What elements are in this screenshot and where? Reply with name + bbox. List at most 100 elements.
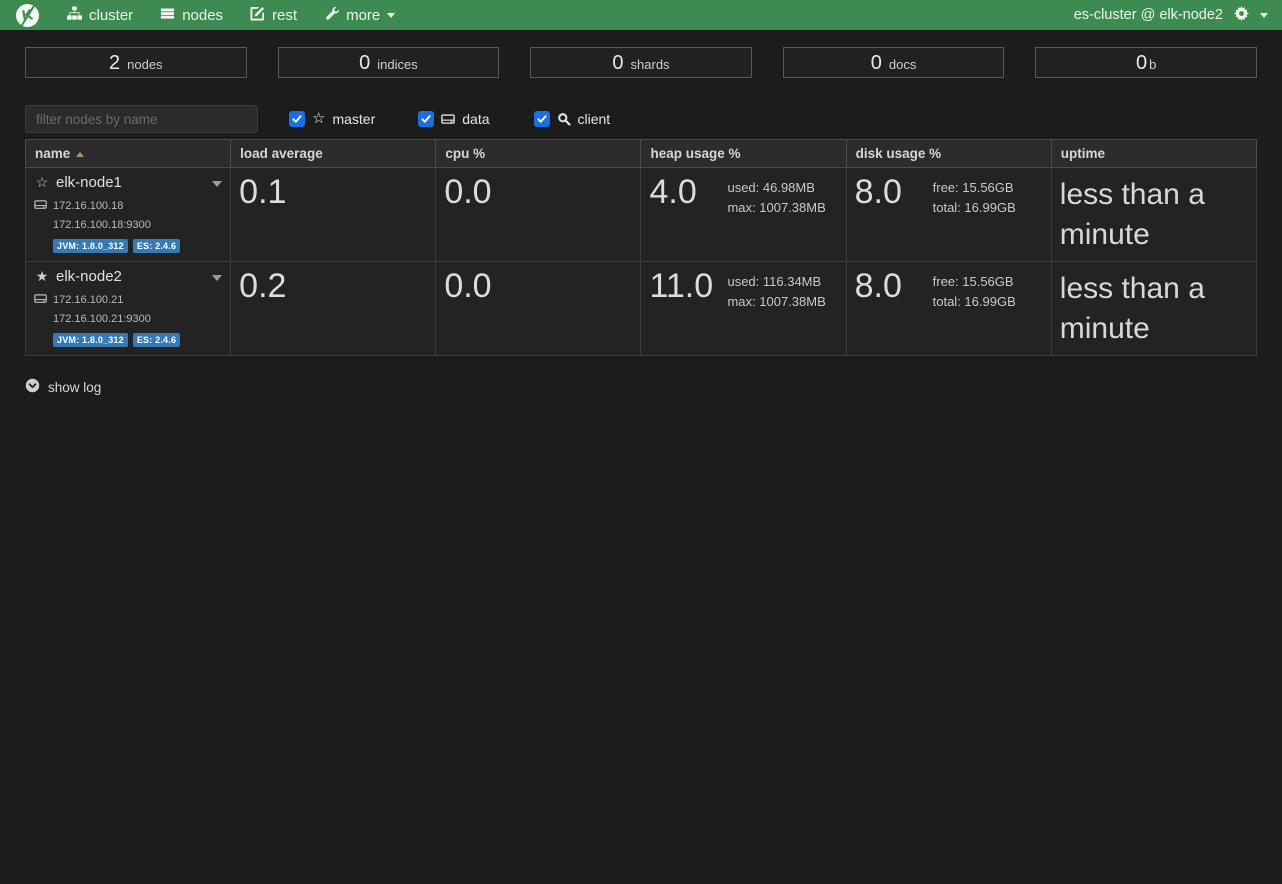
nav-item-label: cluster [89, 7, 133, 24]
star-outline-icon: ☆ [312, 111, 325, 127]
checkbox-checked-icon[interactable] [289, 111, 305, 127]
cluster-summary: 2 nodes 0 indices 0 shards 0 docs 0 b [25, 47, 1257, 78]
star-outline-icon: ☆ [34, 174, 50, 191]
column-header-disk-usage[interactable]: disk usage % [846, 140, 1051, 168]
cpu-value: 0.0 [444, 268, 491, 305]
table-header-row: name load average cpu % heap usage % dis… [26, 140, 1257, 168]
nav-item-rest[interactable]: rest [250, 6, 297, 25]
heap-percent-value: 4.0 [649, 174, 727, 218]
column-header-label: heap usage % [650, 146, 740, 161]
column-header-uptime[interactable]: uptime [1051, 140, 1256, 168]
stat-docs: 0 docs [783, 47, 1005, 78]
stat-value: 0 [1136, 51, 1147, 75]
disk-total: total: 16.99GB [933, 292, 1016, 312]
stat-label: nodes [127, 57, 162, 72]
heap-used: used: 46.98MB [727, 178, 825, 198]
wrench-icon [324, 6, 339, 25]
uptime-value: less than a minute [1060, 268, 1248, 349]
jvm-version-badge: JVM: 1.8.0_312 [53, 239, 128, 253]
column-header-cpu[interactable]: cpu % [436, 140, 641, 168]
star-filled-icon: ★ [34, 268, 50, 285]
stat-nodes: 2 nodes [25, 47, 247, 78]
cluster-selector-label: es-cluster @ elk-node2 [1074, 7, 1223, 23]
node-actions-chevron-down-icon[interactable] [212, 275, 222, 281]
column-header-heap-usage[interactable]: heap usage % [641, 140, 846, 168]
stat-shards: 0 shards [530, 47, 752, 78]
stat-value: 0 [871, 51, 882, 75]
stat-value: 0 [359, 51, 370, 75]
checkbox-label: master [332, 111, 375, 127]
node-actions-chevron-down-icon[interactable] [212, 181, 222, 187]
stat-value: 2 [109, 51, 120, 75]
node-name-cell: ☆ elk-node1 172.16.100.18 172.16.100.18:… [26, 168, 231, 262]
heap-usage-cell: 11.0 used: 116.34MB max: 1007.38MB [641, 262, 846, 356]
chevron-down-icon [387, 13, 395, 18]
column-header-label: uptime [1061, 146, 1105, 161]
cluster-selector[interactable]: es-cluster @ elk-node2 [1074, 6, 1268, 25]
disk-usage-cell: 8.0 free: 15.56GB total: 16.99GB [846, 168, 1051, 262]
hard-drive-icon [34, 292, 47, 308]
chevron-down-icon [1260, 13, 1268, 18]
hard-drive-icon [34, 198, 47, 214]
edit-icon [250, 6, 265, 25]
load-average-cell: 0.2 [231, 262, 436, 356]
es-version-badge: ES: 2.4.6 [133, 239, 180, 253]
column-header-label: load average [240, 146, 323, 161]
filter-row: ☆ master data client [25, 105, 1257, 133]
uptime-value: less than a minute [1060, 174, 1248, 255]
nav-item-label: nodes [182, 7, 223, 24]
stat-label: b [1149, 57, 1156, 72]
node-name-cell: ★ elk-node2 172.16.100.21 172.16.100.21:… [26, 262, 231, 356]
column-header-label: disk usage % [856, 146, 942, 161]
nav-item-more[interactable]: more [324, 6, 395, 25]
checkbox-label: client [578, 111, 611, 127]
uptime-cell: less than a minute [1051, 262, 1256, 356]
checkbox-checked-icon[interactable] [534, 111, 550, 127]
client-filter-checkbox[interactable]: client [534, 111, 611, 127]
table-row: ★ elk-node2 172.16.100.21 172.16.100.21:… [26, 262, 1257, 356]
node-address: 172.16.100.21 [53, 294, 123, 306]
disk-percent-value: 8.0 [855, 174, 933, 218]
kopf-logo[interactable]: K [14, 2, 41, 29]
table-row: ☆ elk-node1 172.16.100.18 172.16.100.18:… [26, 168, 1257, 262]
navbar: K cluster nodes rest more es-cluster @ e… [0, 0, 1282, 30]
heap-max: max: 1007.38MB [727, 292, 825, 312]
column-header-label: cpu % [445, 146, 485, 161]
node-filter-input[interactable] [25, 105, 258, 133]
disk-percent-value: 8.0 [855, 268, 933, 312]
data-filter-checkbox[interactable]: data [418, 111, 489, 127]
heap-percent-value: 11.0 [649, 268, 727, 312]
nav-item-label: more [346, 7, 380, 24]
cpu-cell: 0.0 [436, 262, 641, 356]
stat-label: indices [377, 57, 417, 72]
kopf-logo-letter: K [21, 6, 35, 25]
checkbox-checked-icon[interactable] [418, 111, 434, 127]
disk-total: total: 16.99GB [933, 198, 1016, 218]
disk-free: free: 15.56GB [933, 178, 1016, 198]
es-version-badge: ES: 2.4.6 [133, 333, 180, 347]
nav-item-nodes[interactable]: nodes [160, 6, 223, 25]
column-header-name[interactable]: name [26, 140, 231, 168]
circle-chevron-down-icon [25, 378, 40, 396]
stat-indices: 0 indices [278, 47, 500, 78]
nodes-table: name load average cpu % heap usage % dis… [25, 139, 1257, 356]
node-transport-address: 172.16.100.21:9300 [53, 313, 222, 325]
jvm-version-badge: JVM: 1.8.0_312 [53, 333, 128, 347]
gear-icon[interactable] [1234, 6, 1249, 25]
nav-item-label: rest [272, 7, 297, 24]
column-header-load-average[interactable]: load average [231, 140, 436, 168]
main-content: 2 nodes 0 indices 0 shards 0 docs 0 b ☆ … [0, 47, 1282, 396]
stat-label: docs [889, 57, 916, 72]
node-name: elk-node1 [56, 174, 122, 191]
nav-item-cluster[interactable]: cluster [67, 6, 133, 25]
master-filter-checkbox[interactable]: ☆ master [289, 111, 375, 127]
checkbox-label: data [462, 111, 489, 127]
node-transport-address: 172.16.100.18:9300 [53, 219, 222, 231]
show-log-toggle[interactable]: show log [25, 378, 101, 396]
load-average-cell: 0.1 [231, 168, 436, 262]
load-average-value: 0.2 [239, 268, 286, 305]
sitemap-icon [67, 6, 82, 25]
column-header-label: name [35, 146, 70, 161]
stat-size: 0 b [1035, 47, 1257, 78]
node-address: 172.16.100.18 [53, 200, 123, 212]
